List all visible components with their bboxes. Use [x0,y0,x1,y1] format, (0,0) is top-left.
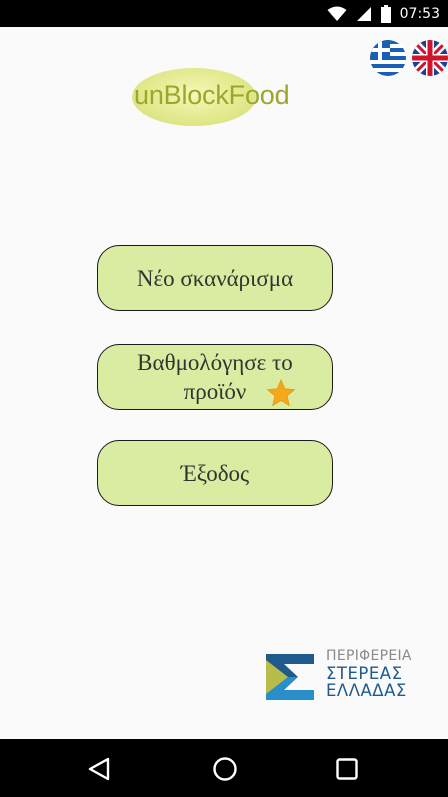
region-sigma-icon [266,654,314,700]
region-text: ΠΕΡΙΦΕΡΕΙΑ ΣΤΕΡΕΑΣ ΕΛΛΑΔΑΣ [326,648,412,699]
region-logo: ΠΕΡΙΦΕΡΕΙΑ ΣΤΕΡΕΑΣ ΕΛΛΑΔΑΣ [262,648,432,704]
status-icons: 07:53 [327,3,440,24]
signal-icon [356,6,371,21]
app-logo: unBlockFood [132,66,304,128]
new-scan-label: Νέο σκανάρισμα [136,265,294,291]
rate-product-button[interactable]: Βαθμολόγησε το προϊόν [97,344,333,410]
back-icon[interactable] [86,756,112,782]
greek-flag-icon[interactable] [370,40,406,76]
logo-text: unBlockFood [134,80,290,110]
rate-label-line1: Βαθμολόγησε το [137,350,293,375]
exit-button[interactable]: Έξοδος [97,440,333,506]
wifi-icon [327,6,347,21]
recents-icon[interactable] [334,756,360,782]
region-line1: ΠΕΡΙΦΕΡΕΙΑ [326,648,412,664]
uk-flag-icon[interactable] [412,40,448,76]
status-bar: 07:53 [0,0,448,27]
new-scan-button[interactable]: Νέο σκανάρισμα [97,245,333,311]
battery-icon [380,4,391,23]
home-icon[interactable] [212,756,238,782]
star-icon [266,378,296,407]
exit-label: Έξοδος [180,460,250,486]
navigation-bar [0,739,448,797]
region-line2: ΣΤΕΡΕΑΣ [326,664,403,683]
status-time: 07:53 [399,5,440,22]
region-line3: ΕΛΛΑΔΑΣ [326,681,407,700]
